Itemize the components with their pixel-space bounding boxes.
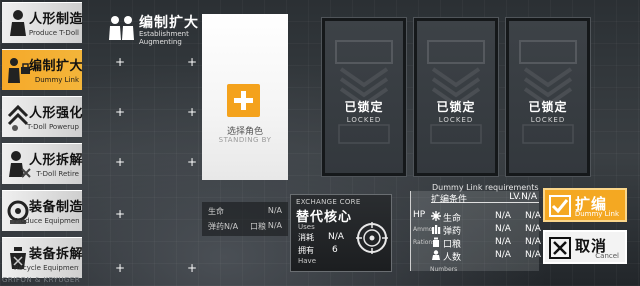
locked-emblem-icon	[335, 40, 393, 144]
sidebar-item-sublabel: Recycle Equipment	[14, 264, 79, 272]
hp-icon	[431, 211, 441, 221]
locked-label: 已锁定	[344, 100, 384, 114]
requirement-row: 口粮 N/A N/A	[431, 237, 541, 250]
grid-plus-marker: +	[115, 155, 126, 169]
sidebar-item-sublabel: Dummy Link	[34, 76, 79, 84]
sidebar-item-recycle-equipment[interactable]: 装备拆解 Recycle Equipment	[2, 237, 84, 278]
sidebar-item-sublabel: T-Doll Powerup	[27, 123, 79, 131]
requirement-value: N/A	[495, 237, 511, 247]
grid-plus-marker: +	[187, 55, 198, 69]
locked-slot: 已锁定 LOCKED	[322, 18, 406, 176]
requirement-value: N/A	[525, 224, 541, 234]
page-subtitle-line-2: Augmenting	[139, 38, 182, 46]
requirement-name: 人数	[443, 253, 462, 263]
sidebar-item-sublabel: Produce Equipment	[14, 217, 79, 225]
sidebar-item-tdoll-retire[interactable]: 人形拆解 T-Doll Retire	[2, 143, 84, 184]
locked-slot: 已锁定 LOCKED	[414, 18, 498, 176]
target-icon	[356, 222, 388, 254]
stat-hp: 生命 N/A	[208, 206, 284, 217]
sidebar-item-dummy-link[interactable]: 编制扩大 Dummy Link	[2, 49, 84, 90]
uses-label: 消耗	[298, 233, 314, 242]
locked-label: 已锁定	[528, 100, 568, 114]
numbers-side-label: Numbers	[430, 266, 458, 273]
sidebar-item-label: 人形拆解	[29, 153, 84, 168]
locked-emblem-icon	[427, 40, 485, 144]
character-stats: 生命 N/A 弹药N/A 口粮 N/A	[202, 202, 288, 236]
exchange-core-panel: EXCHANGE CORE 替代核心 Uses 消耗 N/A 拥有 6 Have	[290, 194, 392, 272]
dummy-link-button[interactable]: 扩编 Dummy Link	[543, 188, 627, 222]
requirement-value: N/A	[525, 237, 541, 247]
grid-plus-marker: +	[187, 105, 198, 119]
sidebar-item-label: 装备制造	[29, 200, 84, 215]
stat-rations-label: 口粮	[250, 222, 266, 231]
stat-hp-value: N/A	[267, 206, 282, 215]
grid-plus-marker: +	[115, 261, 126, 275]
requirements-header-label: 扩编条件	[431, 195, 468, 205]
requirement-name: 弹药	[443, 227, 462, 237]
have-label: 拥有	[298, 246, 314, 255]
sidebar-item-produce-tdoll[interactable]: 人形制造 Produce T-Doll	[2, 2, 84, 43]
requirement-value: N/A	[495, 224, 511, 234]
have-value: 6	[332, 245, 338, 255]
page-subtitle-line-1: Establishment	[139, 30, 189, 38]
group-icon	[109, 16, 134, 40]
grid-plus-marker: +	[115, 55, 126, 69]
grid-plus-marker: +	[187, 261, 198, 275]
rations-icon	[433, 237, 439, 247]
sidebar-item-produce-equipment[interactable]: 装备制造 Produce Equipment	[2, 190, 84, 231]
requirements-level: LV.N/A	[509, 192, 537, 202]
ammo-side-label: Ammo	[413, 226, 433, 233]
requirement-value: N/A	[525, 250, 541, 260]
people-icon	[432, 250, 440, 260]
grid-plus-marker: +	[187, 155, 198, 169]
stat-hp-label: 生命	[208, 207, 224, 216]
locked-label: 已锁定	[436, 100, 476, 114]
sidebar-item-label: 编制扩大	[29, 59, 84, 74]
sidebar-item-label: 人形制造	[29, 12, 84, 27]
locked-emblem-icon	[519, 40, 577, 144]
page-title: 编制扩大	[139, 15, 199, 31]
uses-label-en: Uses	[298, 223, 315, 231]
requirements-panel: 扩编条件 LV.N/A HP Ammo Rations 生命 N/A N/A 弹…	[410, 191, 541, 271]
requirement-row: 人数 N/A N/A	[431, 250, 541, 263]
sidebar: 人形制造 Produce T-Doll 编制扩大 Dummy Link 人形强化…	[0, 0, 96, 286]
cancel-button[interactable]: 取消 Cancel	[543, 230, 627, 264]
stat-rations-value: N/A	[267, 221, 282, 230]
requirement-value: N/A	[495, 211, 511, 221]
locked-sublabel: LOCKED	[438, 116, 474, 124]
requirement-name: 口粮	[443, 240, 462, 250]
stat-ammo-label: 弹药N/A	[208, 222, 239, 231]
select-character-sublabel: STANDING BY	[218, 136, 272, 144]
checkmark-icon	[549, 195, 571, 217]
locked-slot: 已锁定 LOCKED	[506, 18, 590, 176]
hp-side-label: HP	[413, 210, 426, 220]
sidebar-item-label: 装备拆解	[29, 247, 84, 262]
requirement-value: N/A	[495, 250, 511, 260]
requirement-row: 生命 N/A N/A	[431, 211, 541, 224]
requirements-header: 扩编条件 LV.N/A	[431, 192, 539, 205]
have-label-en: Have	[298, 257, 317, 265]
sidebar-item-label: 人形强化	[29, 106, 84, 121]
requirement-name: 生命	[443, 214, 462, 224]
locked-sublabel: LOCKED	[530, 116, 566, 124]
requirement-row: 弹药 N/A N/A	[431, 224, 541, 237]
dummy-link-button-sublabel: Dummy Link	[574, 210, 619, 218]
grid-plus-marker: +	[115, 105, 126, 119]
sidebar-item-sublabel: T-Doll Retire	[36, 170, 79, 178]
cancel-button-sublabel: Cancel	[595, 252, 619, 260]
sidebar-item-sublabel: Produce T-Doll	[28, 29, 79, 37]
requirement-value: N/A	[525, 211, 541, 221]
ammo-icon	[432, 225, 441, 234]
stat-ammo-rations: 弹药N/A 口粮 N/A	[208, 221, 284, 232]
locked-sublabel: LOCKED	[346, 116, 382, 124]
company-watermark: GRIFON & KRYUGER	[2, 276, 81, 284]
grid-plus-marker: +	[115, 207, 126, 221]
uses-value: N/A	[328, 232, 344, 242]
close-icon	[549, 237, 571, 259]
plus-icon[interactable]	[227, 84, 260, 117]
exchange-core-title-en: EXCHANGE CORE	[296, 198, 361, 206]
sidebar-item-tdoll-powerup[interactable]: 人形强化 T-Doll Powerup	[2, 96, 84, 137]
